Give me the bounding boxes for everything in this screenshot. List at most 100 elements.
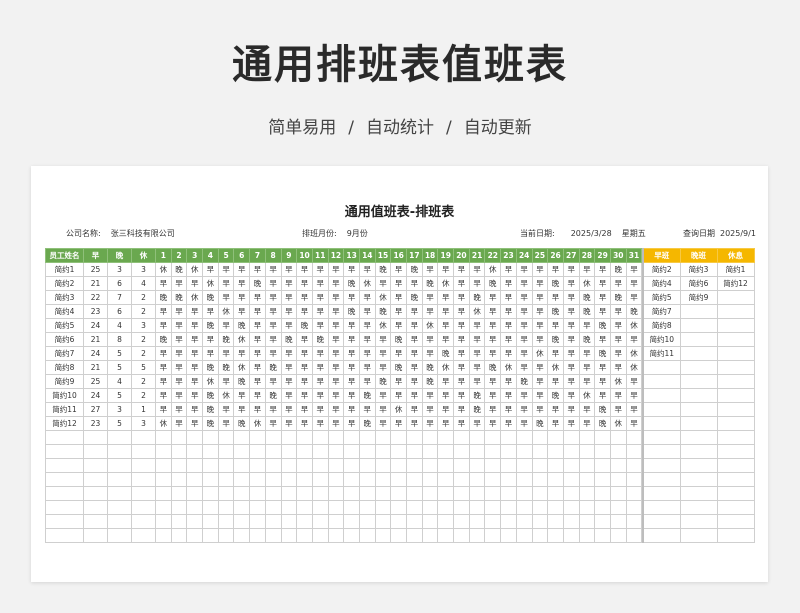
- shift-cell[interactable]: 晚: [358, 416, 376, 431]
- empty-cell[interactable]: [562, 528, 580, 543]
- shift-cell[interactable]: 早: [484, 332, 502, 347]
- shift-cell[interactable]: 早: [311, 374, 329, 389]
- summary-cell[interactable]: [679, 430, 718, 445]
- empty-cell[interactable]: [45, 486, 84, 501]
- empty-cell[interactable]: [578, 444, 596, 459]
- shift-cell[interactable]: 休: [358, 276, 376, 291]
- empty-cell[interactable]: [547, 444, 564, 459]
- summary-cell[interactable]: 简约11: [642, 346, 681, 361]
- empty-cell[interactable]: [374, 472, 392, 487]
- off-count-cell[interactable]: 3: [131, 416, 156, 431]
- shift-cell[interactable]: 早: [594, 276, 611, 291]
- empty-cell[interactable]: [280, 500, 298, 515]
- shift-cell[interactable]: 早: [578, 402, 596, 417]
- summary-cell[interactable]: 简约1: [716, 262, 755, 277]
- shift-cell[interactable]: 早: [484, 374, 502, 389]
- shift-cell[interactable]: 晚: [421, 276, 439, 291]
- shift-cell[interactable]: 早: [515, 402, 533, 417]
- empty-cell[interactable]: [233, 444, 251, 459]
- shift-cell[interactable]: 早: [515, 318, 533, 333]
- shift-cell[interactable]: 早: [406, 416, 423, 431]
- early-count-cell[interactable]: 21: [83, 276, 108, 291]
- shift-cell[interactable]: 早: [170, 388, 188, 403]
- empty-cell[interactable]: [280, 486, 298, 501]
- shift-cell[interactable]: 早: [547, 374, 564, 389]
- empty-cell[interactable]: [155, 528, 172, 543]
- empty-cell[interactable]: [562, 444, 580, 459]
- empty-cell[interactable]: [531, 430, 549, 445]
- shift-cell[interactable]: 早: [202, 262, 219, 277]
- empty-cell[interactable]: [609, 486, 627, 501]
- empty-cell[interactable]: [594, 500, 611, 515]
- empty-cell[interactable]: [45, 472, 84, 487]
- summary-cell[interactable]: [642, 388, 681, 403]
- employee-name-cell[interactable]: 简约2: [45, 276, 84, 291]
- shift-cell[interactable]: 早: [280, 416, 298, 431]
- empty-cell[interactable]: [609, 458, 627, 473]
- summary-cell[interactable]: [679, 528, 718, 543]
- empty-cell[interactable]: [131, 486, 156, 501]
- shift-cell[interactable]: 早: [327, 374, 345, 389]
- shift-cell[interactable]: 晚: [155, 290, 172, 305]
- empty-cell[interactable]: [233, 500, 251, 515]
- shift-cell[interactable]: 早: [453, 262, 470, 277]
- shift-cell[interactable]: 早: [547, 416, 564, 431]
- summary-cell[interactable]: 简约6: [679, 276, 718, 291]
- shift-cell[interactable]: 早: [390, 374, 407, 389]
- shift-cell[interactable]: 早: [437, 402, 455, 417]
- off-count-cell[interactable]: 4: [131, 276, 156, 291]
- empty-cell[interactable]: [390, 514, 407, 529]
- shift-cell[interactable]: 早: [358, 346, 376, 361]
- shift-cell[interactable]: 早: [468, 374, 486, 389]
- summary-cell[interactable]: [679, 500, 718, 515]
- shift-cell[interactable]: 早: [327, 262, 345, 277]
- summary-cell[interactable]: [642, 500, 681, 515]
- empty-cell[interactable]: [358, 528, 376, 543]
- shift-cell[interactable]: 早: [155, 304, 172, 319]
- shift-cell[interactable]: 休: [233, 360, 251, 375]
- empty-cell[interactable]: [484, 528, 502, 543]
- empty-cell[interactable]: [170, 430, 188, 445]
- shift-cell[interactable]: 休: [155, 416, 172, 431]
- empty-cell[interactable]: [264, 528, 282, 543]
- empty-cell[interactable]: [343, 430, 360, 445]
- empty-cell[interactable]: [578, 458, 596, 473]
- empty-cell[interactable]: [453, 500, 470, 515]
- empty-cell[interactable]: [484, 444, 502, 459]
- shift-cell[interactable]: 休: [484, 262, 502, 277]
- empty-cell[interactable]: [609, 472, 627, 487]
- shift-cell[interactable]: 早: [170, 360, 188, 375]
- empty-cell[interactable]: [311, 472, 329, 487]
- off-count-cell[interactable]: 2: [131, 346, 156, 361]
- shift-cell[interactable]: 早: [515, 304, 533, 319]
- shift-cell[interactable]: 早: [280, 346, 298, 361]
- shift-cell[interactable]: 早: [453, 318, 470, 333]
- shift-cell[interactable]: 早: [484, 304, 502, 319]
- empty-cell[interactable]: [625, 528, 643, 543]
- empty-cell[interactable]: [83, 528, 108, 543]
- summary-cell[interactable]: 简约9: [679, 290, 718, 305]
- empty-cell[interactable]: [500, 514, 517, 529]
- empty-cell[interactable]: [547, 486, 564, 501]
- empty-cell[interactable]: [45, 528, 84, 543]
- empty-cell[interactable]: [131, 472, 156, 487]
- shift-cell[interactable]: 早: [343, 346, 360, 361]
- shift-cell[interactable]: 早: [562, 262, 580, 277]
- empty-cell[interactable]: [83, 458, 108, 473]
- empty-cell[interactable]: [202, 486, 219, 501]
- empty-cell[interactable]: [280, 528, 298, 543]
- shift-cell[interactable]: 早: [500, 304, 517, 319]
- empty-cell[interactable]: [453, 458, 470, 473]
- empty-cell[interactable]: [625, 444, 643, 459]
- shift-cell[interactable]: 早: [421, 262, 439, 277]
- empty-cell[interactable]: [155, 514, 172, 529]
- shift-cell[interactable]: 早: [406, 346, 423, 361]
- empty-cell[interactable]: [562, 430, 580, 445]
- shift-cell[interactable]: 早: [170, 318, 188, 333]
- empty-cell[interactable]: [406, 430, 423, 445]
- off-count-cell[interactable]: 2: [131, 374, 156, 389]
- shift-cell[interactable]: 晚: [170, 262, 188, 277]
- shift-cell[interactable]: 早: [280, 276, 298, 291]
- empty-cell[interactable]: [233, 472, 251, 487]
- shift-cell[interactable]: 早: [202, 332, 219, 347]
